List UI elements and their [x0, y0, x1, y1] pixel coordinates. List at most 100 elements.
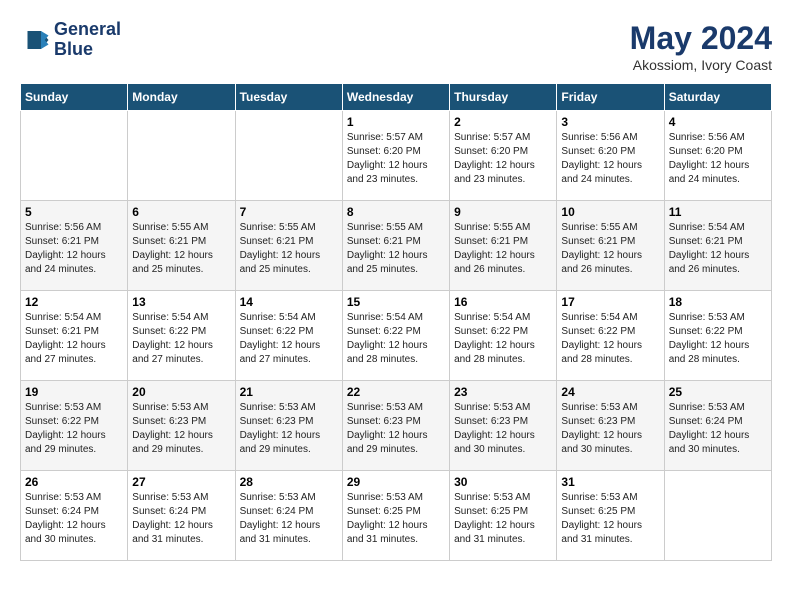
calendar-cell: 3 Sunrise: 5:56 AM Sunset: 6:20 PM Daylig… [557, 111, 664, 201]
calendar-cell: 29 Sunrise: 5:53 AM Sunset: 6:25 PM Dayli… [342, 471, 449, 561]
day-number: 22 [347, 385, 445, 399]
day-number: 18 [669, 295, 767, 309]
day-info: Sunrise: 5:53 AM Sunset: 6:24 PM Dayligh… [240, 491, 338, 547]
day-number: 2 [454, 115, 552, 129]
calendar-cell: 2 Sunrise: 5:57 AM Sunset: 6:20 PM Daylig… [450, 111, 557, 201]
weekday-header-wednesday: Wednesday [342, 84, 449, 111]
day-number: 12 [25, 295, 123, 309]
calendar-cell [21, 111, 128, 201]
calendar-cell: 16Sunrise: 5:54 AM Sunset: 6:22 PM Dayli… [450, 291, 557, 381]
day-info: Sunrise: 5:53 AM Sunset: 6:25 PM Dayligh… [454, 491, 552, 547]
weekday-header-monday: Monday [128, 84, 235, 111]
day-number: 27 [132, 475, 230, 489]
calendar-cell [235, 111, 342, 201]
day-info: Sunrise: 5:54 AM Sunset: 6:21 PM Dayligh… [669, 221, 767, 277]
day-number: 8 [347, 205, 445, 219]
calendar-cell: 6Sunrise: 5:55 AM Sunset: 6:21 PM Daylig… [128, 201, 235, 291]
day-number: 11 [669, 205, 767, 219]
day-number: 13 [132, 295, 230, 309]
day-info: Sunrise: 5:54 AM Sunset: 6:22 PM Dayligh… [561, 311, 659, 367]
day-number: 3 [561, 115, 659, 129]
calendar-cell: 20 Sunrise: 5:53 AM Sunset: 6:23 PM Dayli… [128, 381, 235, 471]
day-number: 15 [347, 295, 445, 309]
day-number: 21 [240, 385, 338, 399]
calendar-table: SundayMondayTuesdayWednesdayThursdayFrid… [20, 83, 772, 561]
calendar-cell: 23Sunrise: 5:53 AM Sunset: 6:23 PM Dayli… [450, 381, 557, 471]
day-number: 5 [25, 205, 123, 219]
day-info: Sunrise: 5:53 AM Sunset: 6:23 PM Dayligh… [240, 401, 338, 457]
day-info: Sunrise: 5:57 AM Sunset: 6:20 PM Dayligh… [347, 131, 445, 187]
day-info: Sunrise: 5:55 AM Sunset: 6:21 PM Dayligh… [132, 221, 230, 277]
calendar-cell: 12 Sunrise: 5:54 AM Sunset: 6:21 PM Dayli… [21, 291, 128, 381]
day-info: Sunrise: 5:56 AM Sunset: 6:21 PM Dayligh… [25, 221, 123, 277]
day-info: Sunrise: 5:53 AM Sunset: 6:23 PM Dayligh… [132, 401, 230, 457]
day-number: 23 [454, 385, 552, 399]
day-number: 14 [240, 295, 338, 309]
day-number: 30 [454, 475, 552, 489]
calendar-cell: 21 Sunrise: 5:53 AM Sunset: 6:23 PM Dayli… [235, 381, 342, 471]
day-info: Sunrise: 5:55 AM Sunset: 6:21 PM Dayligh… [454, 221, 552, 277]
calendar-cell: 10Sunrise: 5:55 AM Sunset: 6:21 PM Dayli… [557, 201, 664, 291]
calendar-cell: 24 Sunrise: 5:53 AM Sunset: 6:23 PM Dayli… [557, 381, 664, 471]
day-info: Sunrise: 5:54 AM Sunset: 6:22 PM Dayligh… [132, 311, 230, 367]
day-number: 1 [347, 115, 445, 129]
calendar-cell: 25 Sunrise: 5:53 AM Sunset: 6:24 PM Dayli… [664, 381, 771, 471]
day-info: Sunrise: 5:53 AM Sunset: 6:25 PM Dayligh… [347, 491, 445, 547]
day-info: Sunrise: 5:53 AM Sunset: 6:22 PM Dayligh… [669, 311, 767, 367]
calendar-cell: 19 Sunrise: 5:53 AM Sunset: 6:22 PM Dayli… [21, 381, 128, 471]
calendar-cell: 8Sunrise: 5:55 AM Sunset: 6:21 PM Daylig… [342, 201, 449, 291]
day-info: Sunrise: 5:54 AM Sunset: 6:21 PM Dayligh… [25, 311, 123, 367]
weekday-header-tuesday: Tuesday [235, 84, 342, 111]
calendar-cell: 5 Sunrise: 5:56 AM Sunset: 6:21 PM Daylig… [21, 201, 128, 291]
day-info: Sunrise: 5:54 AM Sunset: 6:22 PM Dayligh… [347, 311, 445, 367]
day-number: 9 [454, 205, 552, 219]
calendar-cell: 30 Sunrise: 5:53 AM Sunset: 6:25 PM Dayli… [450, 471, 557, 561]
calendar-cell: 1 Sunrise: 5:57 AM Sunset: 6:20 PM Daylig… [342, 111, 449, 201]
day-number: 20 [132, 385, 230, 399]
calendar-cell [664, 471, 771, 561]
day-info: Sunrise: 5:56 AM Sunset: 6:20 PM Dayligh… [561, 131, 659, 187]
location-subtitle: Akossiom, Ivory Coast [630, 57, 772, 73]
day-info: Sunrise: 5:53 AM Sunset: 6:24 PM Dayligh… [669, 401, 767, 457]
calendar-cell: 31Sunrise: 5:53 AM Sunset: 6:25 PM Dayli… [557, 471, 664, 561]
day-number: 17 [561, 295, 659, 309]
day-number: 26 [25, 475, 123, 489]
day-info: Sunrise: 5:57 AM Sunset: 6:20 PM Dayligh… [454, 131, 552, 187]
day-info: Sunrise: 5:53 AM Sunset: 6:23 PM Dayligh… [561, 401, 659, 457]
calendar-cell: 17 Sunrise: 5:54 AM Sunset: 6:22 PM Dayli… [557, 291, 664, 381]
calendar-cell: 26 Sunrise: 5:53 AM Sunset: 6:24 PM Dayli… [21, 471, 128, 561]
logo-line1: General [54, 20, 121, 40]
day-info: Sunrise: 5:53 AM Sunset: 6:22 PM Dayligh… [25, 401, 123, 457]
day-number: 19 [25, 385, 123, 399]
calendar-cell: 13 Sunrise: 5:54 AM Sunset: 6:22 PM Dayli… [128, 291, 235, 381]
day-number: 28 [240, 475, 338, 489]
day-info: Sunrise: 5:56 AM Sunset: 6:20 PM Dayligh… [669, 131, 767, 187]
day-info: Sunrise: 5:53 AM Sunset: 6:23 PM Dayligh… [347, 401, 445, 457]
day-info: Sunrise: 5:53 AM Sunset: 6:24 PM Dayligh… [25, 491, 123, 547]
weekday-header-thursday: Thursday [450, 84, 557, 111]
day-info: Sunrise: 5:54 AM Sunset: 6:22 PM Dayligh… [240, 311, 338, 367]
calendar-cell: 11 Sunrise: 5:54 AM Sunset: 6:21 PM Dayli… [664, 201, 771, 291]
day-number: 29 [347, 475, 445, 489]
day-info: Sunrise: 5:55 AM Sunset: 6:21 PM Dayligh… [240, 221, 338, 277]
month-year-title: May 2024 [630, 20, 772, 57]
day-number: 25 [669, 385, 767, 399]
day-number: 24 [561, 385, 659, 399]
day-number: 4 [669, 115, 767, 129]
page-header: General Blue May 2024 Akossiom, Ivory Co… [20, 20, 772, 73]
calendar-cell: 4 Sunrise: 5:56 AM Sunset: 6:20 PM Daylig… [664, 111, 771, 201]
calendar-cell: 9 Sunrise: 5:55 AM Sunset: 6:21 PM Daylig… [450, 201, 557, 291]
calendar-cell: 22 Sunrise: 5:53 AM Sunset: 6:23 PM Dayli… [342, 381, 449, 471]
day-info: Sunrise: 5:55 AM Sunset: 6:21 PM Dayligh… [561, 221, 659, 277]
weekday-header-sunday: Sunday [21, 84, 128, 111]
logo-text: General Blue [54, 20, 121, 60]
day-number: 16 [454, 295, 552, 309]
calendar-cell: 7Sunrise: 5:55 AM Sunset: 6:21 PM Daylig… [235, 201, 342, 291]
calendar-cell: 28 Sunrise: 5:53 AM Sunset: 6:24 PM Dayli… [235, 471, 342, 561]
day-number: 31 [561, 475, 659, 489]
title-block: May 2024 Akossiom, Ivory Coast [630, 20, 772, 73]
calendar-cell: 15 Sunrise: 5:54 AM Sunset: 6:22 PM Dayli… [342, 291, 449, 381]
logo: General Blue [20, 20, 121, 60]
calendar-cell: 14 Sunrise: 5:54 AM Sunset: 6:22 PM Dayli… [235, 291, 342, 381]
logo-line2: Blue [54, 40, 121, 60]
